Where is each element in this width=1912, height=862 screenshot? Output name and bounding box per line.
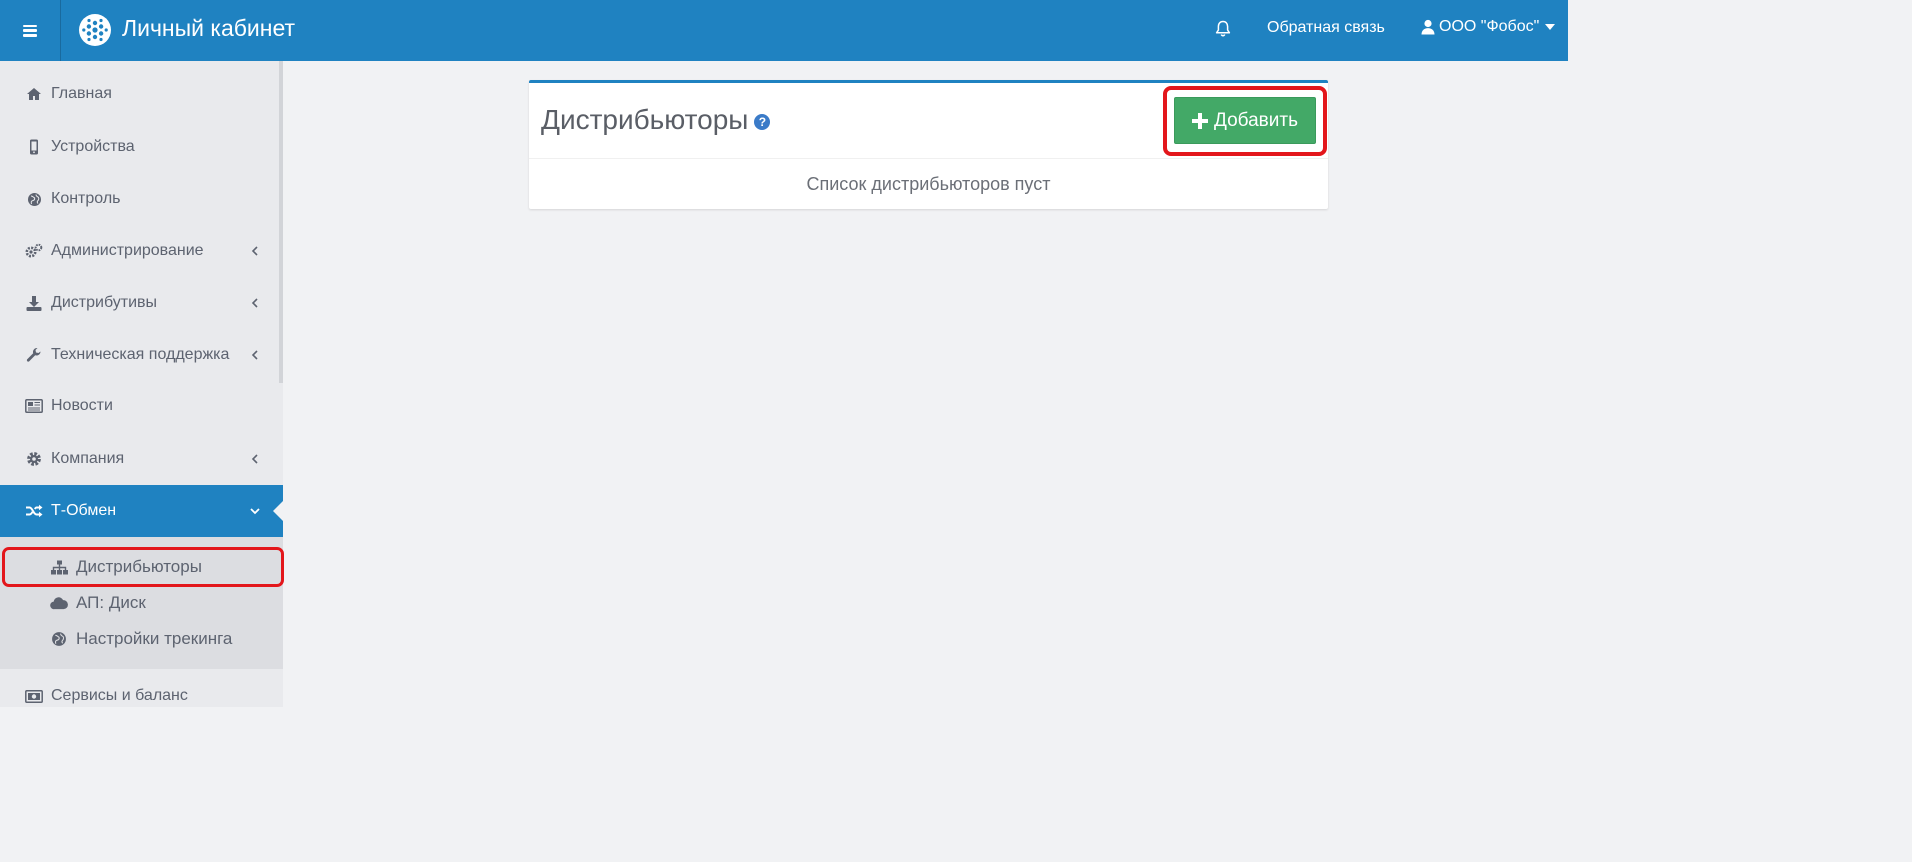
submenu-item-distributors[interactable]: Дистрибьюторы bbox=[0, 549, 283, 585]
download-icon bbox=[25, 294, 43, 312]
gears-icon bbox=[25, 242, 43, 260]
chevron-left-icon bbox=[251, 454, 258, 464]
chevron-left-icon bbox=[251, 350, 258, 360]
sidebar-item-control[interactable]: Контроль bbox=[0, 173, 279, 225]
active-item-notch bbox=[273, 501, 283, 521]
sidebar-item-label: Контроль bbox=[51, 190, 121, 207]
sidebar-item-company[interactable]: Компания bbox=[0, 433, 279, 485]
submenu-item-label: Настройки трекинга bbox=[76, 629, 233, 648]
globe-icon bbox=[25, 190, 43, 208]
page-title: Дистрибьюторы ? bbox=[541, 104, 771, 136]
sidebar-item-tech-support[interactable]: Техническая поддержка bbox=[0, 329, 279, 381]
sidebar-item-label: Администрирование bbox=[51, 242, 204, 259]
newspaper-icon bbox=[25, 397, 43, 415]
submenu-item-label: Дистрибьюторы bbox=[76, 557, 202, 576]
sitemap-icon bbox=[50, 558, 68, 576]
gear-icon bbox=[25, 450, 43, 468]
submenu-t-exchange: Дистрибьюторы АП: Диск Настройки трекинг… bbox=[0, 537, 283, 669]
wrench-icon bbox=[25, 346, 43, 364]
page-title-text: Дистрибьюторы bbox=[541, 104, 749, 135]
plus-icon bbox=[1192, 112, 1208, 129]
sidebar-item-home[interactable]: Главная bbox=[0, 68, 279, 120]
sidebar-item-t-exchange[interactable]: Т-Обмен bbox=[0, 485, 283, 537]
sidebar-item-label: Т-Обмен bbox=[51, 502, 117, 519]
submenu-item-ap-disk[interactable]: АП: Диск bbox=[0, 585, 283, 621]
feedback-link[interactable]: Обратная связь bbox=[1267, 19, 1385, 37]
empty-list-message: Список дистрибьюторов пуст bbox=[806, 174, 1051, 194]
bell-icon[interactable] bbox=[1213, 19, 1233, 39]
sidebar-item-administration[interactable]: Администрирование bbox=[0, 225, 279, 277]
app-title: Личный кабинет bbox=[122, 15, 296, 41]
add-button-label: Добавить bbox=[1214, 109, 1298, 131]
sidebar-scrollbar[interactable] bbox=[279, 61, 283, 383]
chevron-down-icon bbox=[250, 508, 260, 515]
submenu-item-tracking-settings[interactable]: Настройки трекинга bbox=[0, 621, 283, 657]
sidebar-item-label: Компания bbox=[51, 450, 125, 467]
help-icon[interactable]: ? bbox=[754, 113, 771, 130]
hamburger-menu-button[interactable] bbox=[0, 0, 61, 61]
chevron-left-icon bbox=[251, 298, 258, 308]
cloud-icon bbox=[50, 594, 68, 612]
logo-icon[interactable] bbox=[79, 14, 111, 46]
top-navbar: Личный кабинет Обратная связь ООО "Фобос… bbox=[0, 0, 1568, 61]
panel-divider bbox=[529, 158, 1328, 159]
money-icon bbox=[25, 687, 43, 705]
sidebar-item-label: Устройства bbox=[51, 138, 135, 155]
sidebar-item-services-balance[interactable]: Сервисы и баланс bbox=[0, 670, 279, 722]
home-icon bbox=[25, 85, 43, 103]
user-menu[interactable]: ООО "Фобос" bbox=[1421, 18, 1556, 36]
hamburger-icon bbox=[23, 24, 37, 37]
shuffle-icon bbox=[25, 502, 43, 520]
sidebar-item-distributions[interactable]: Дистрибутивы bbox=[0, 277, 279, 329]
sidebar-item-devices[interactable]: Устройства bbox=[0, 121, 279, 173]
sidebar-item-label: Главная bbox=[51, 85, 112, 102]
caret-down-icon bbox=[1545, 24, 1556, 30]
chevron-left-icon bbox=[251, 246, 258, 256]
sidebar-item-label: Техническая поддержка bbox=[51, 346, 230, 363]
sidebar-item-label: Новости bbox=[51, 397, 113, 414]
globe-icon bbox=[50, 630, 68, 648]
sidebar-item-news[interactable]: Новости bbox=[0, 380, 279, 432]
user-name: ООО "Фобос" bbox=[1439, 18, 1540, 35]
sidebar-item-label: Сервисы и баланс bbox=[51, 687, 188, 704]
add-distributor-button[interactable]: Добавить bbox=[1174, 97, 1316, 144]
user-icon bbox=[1421, 19, 1435, 35]
mobile-icon bbox=[25, 138, 43, 156]
sidebar-item-label: Дистрибутивы bbox=[51, 294, 158, 311]
submenu-item-label: АП: Диск bbox=[76, 593, 146, 612]
